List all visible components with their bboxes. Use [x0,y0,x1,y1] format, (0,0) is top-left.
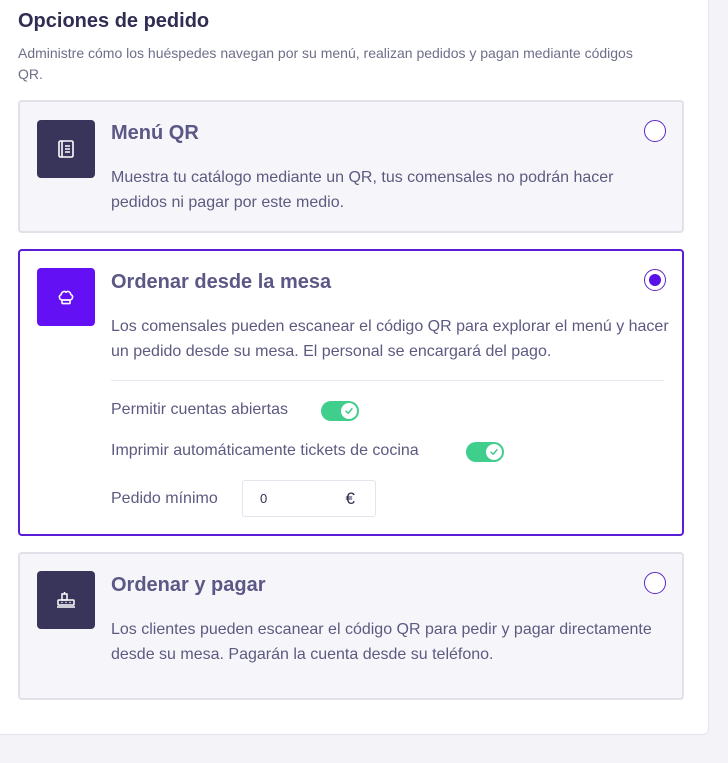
open-accounts-toggle[interactable] [321,401,359,421]
currency-symbol: € [345,489,355,508]
open-accounts-label: Permitir cuentas abiertas [111,401,288,418]
page-title: Opciones de pedido [18,10,210,32]
option-card-order-and-pay[interactable]: Ordenar y pagar Los clientes pueden esca… [18,552,684,700]
divider [111,380,664,381]
option-card-order-from-table[interactable]: Ordenar desde la mesa Los comensales pue… [18,249,684,536]
option-title: Ordenar y pagar [111,574,266,596]
check-icon [486,444,502,460]
ordering-options-panel: Opciones de pedido Administre cómo los h… [0,0,709,735]
option-description: Los clientes pueden escanear el código Q… [111,621,652,663]
auto-print-label: Imprimir automáticamente tickets de coci… [111,442,419,459]
option-description: Muestra tu catálogo mediante un QR, tus … [111,169,614,211]
page-subtitle: Administre cómo los huéspedes navegan po… [18,45,633,82]
min-order-input[interactable]: 0 € [242,480,376,517]
menu-book-icon [37,120,95,178]
cash-register-icon [37,571,95,629]
option-radio-menu-qr[interactable] [644,120,666,142]
option-card-menu-qr[interactable]: Menú QR Muestra tu catálogo mediante un … [18,100,684,233]
auto-print-toggle[interactable] [466,442,504,462]
check-icon [341,403,357,419]
chef-hat-icon [37,268,95,326]
min-order-label: Pedido mínimo [111,490,218,507]
option-radio-order-from-table[interactable] [644,269,666,291]
min-order-value[interactable]: 0 [260,491,267,506]
option-title: Menú QR [111,122,199,144]
option-radio-order-and-pay[interactable] [644,572,666,594]
option-title: Ordenar desde la mesa [111,271,332,293]
option-description: Los comensales pueden escanear el código… [111,318,669,360]
